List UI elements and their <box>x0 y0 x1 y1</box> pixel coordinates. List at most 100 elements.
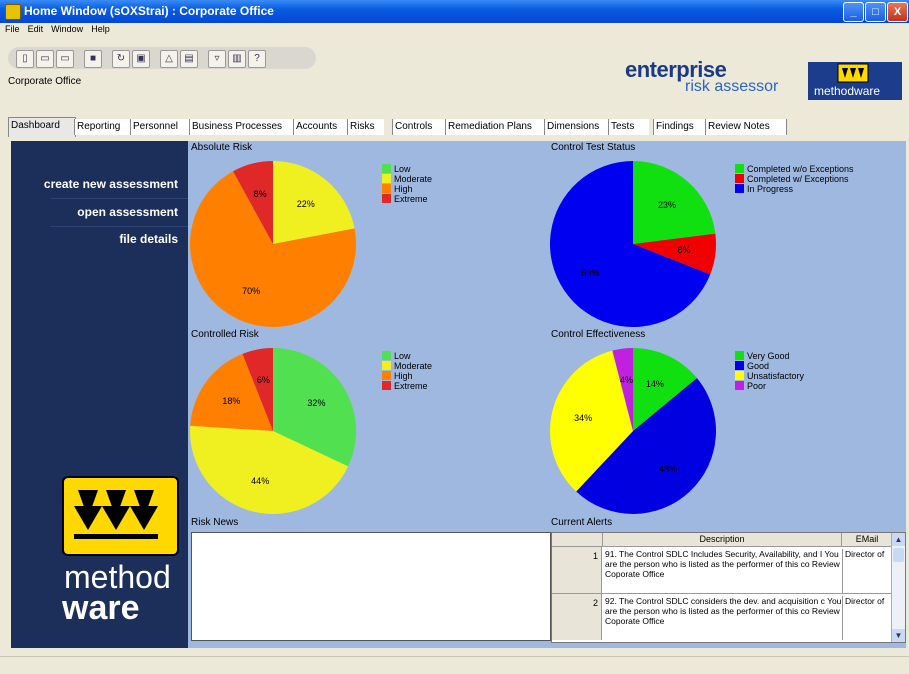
table-row[interactable]: 2 92. The Control SDLC considers the dev… <box>552 594 895 642</box>
current-alerts-title: Current Alerts <box>551 517 613 528</box>
absolute-risk-legend: Low Moderate High Extreme <box>382 164 472 204</box>
legend-swatch <box>382 351 391 360</box>
tab-dimensions[interactable]: Dimensions <box>544 119 609 135</box>
legend-item: In Progress <box>735 184 875 194</box>
menu-help[interactable]: Help <box>91 23 110 36</box>
save-icon[interactable]: ■ <box>84 50 102 68</box>
legend-label: Completed w/ Exceptions <box>747 174 849 184</box>
legend-item: Completed w/o Exceptions <box>735 164 875 174</box>
window-title: Home Window (sOXStrai) : Corporate Offic… <box>24 4 274 18</box>
organization-label: Corporate Office <box>8 76 82 87</box>
legend-swatch <box>382 371 391 380</box>
control-effectiveness-slice-label: 4% <box>620 374 634 385</box>
alerts-header-description[interactable]: Description <box>603 533 842 547</box>
alerts-header-num <box>552 533 603 547</box>
open-assessment-link[interactable]: open assessment <box>77 205 178 219</box>
menu-window[interactable]: Window <box>51 23 83 36</box>
control-effectiveness-title: Control Effectiveness <box>551 329 646 340</box>
legend-item: Low <box>382 351 472 361</box>
legend-label: Poor <box>747 381 767 391</box>
legend-swatch <box>382 164 391 173</box>
tab-reporting[interactable]: Reporting <box>74 119 131 135</box>
menu-edit[interactable]: Edit <box>28 23 44 36</box>
legend-item: Very Good <box>735 351 845 361</box>
scroll-down-icon[interactable]: ▼ <box>892 629 905 642</box>
tab-business-processes[interactable]: Business Processes <box>189 119 294 135</box>
brand-risk-assessor: risk assessor <box>685 78 779 95</box>
close-button[interactable]: X <box>887 2 908 22</box>
help-icon[interactable]: ? <box>248 50 266 68</box>
tab-findings[interactable]: Findings <box>653 119 706 135</box>
filter-icon[interactable]: ▿ <box>208 50 226 68</box>
table-row[interactable]: 1 91. The Control SDLC Includes Security… <box>552 547 892 594</box>
absolute-risk-slice-label: 8% <box>253 189 267 200</box>
app-icon <box>5 4 21 20</box>
open-folder-icon[interactable]: ▭ <box>36 50 54 68</box>
control-test-status-title: Control Test Status <box>551 142 636 153</box>
legend-item: Extreme <box>382 194 472 204</box>
legend-label: Moderate <box>394 361 433 371</box>
tab-accounts[interactable]: Accounts <box>293 119 348 135</box>
brand-logo-text: methodware <box>814 84 880 98</box>
minimize-button[interactable]: _ <box>843 2 864 22</box>
legend-swatch <box>382 184 391 193</box>
tab-bar: Dashboard Reporting Personnel Business P… <box>8 117 908 137</box>
scroll-up-icon[interactable]: ▲ <box>892 533 905 546</box>
legend-swatch <box>735 351 744 360</box>
legend-swatch <box>382 381 391 390</box>
legend-label: Good <box>747 361 770 371</box>
import-icon[interactable]: ↻ <box>112 50 130 68</box>
row-description: 91. The Control SDLC Includes Security, … <box>605 549 840 579</box>
document-icon[interactable]: ▤ <box>180 50 198 68</box>
legend-swatch <box>735 174 744 183</box>
sidebar-divider <box>51 226 188 227</box>
create-new-assessment-link[interactable]: create new assessment <box>44 177 178 191</box>
control-effectiveness-slice-label: 48% <box>659 463 678 474</box>
control-effectiveness-legend: Very Good Good Unsatisfactory Poor <box>735 351 845 391</box>
control-test-status-slice-label: 23% <box>658 200 677 211</box>
new-document-icon[interactable]: ▯ <box>16 50 34 68</box>
controlled-risk-slice-label: 6% <box>256 375 270 386</box>
legend-item: High <box>382 371 472 381</box>
tab-review-notes[interactable]: Review Notes <box>705 119 787 135</box>
legend-item: Moderate <box>382 361 472 371</box>
legend-label: In Progress <box>747 184 794 194</box>
logo-ware-text: ware <box>62 589 140 627</box>
tab-controls[interactable]: Controls <box>392 119 447 135</box>
legend-swatch <box>735 164 744 173</box>
export-icon[interactable]: ▣ <box>132 50 150 68</box>
maximize-button[interactable]: □ <box>865 2 886 22</box>
alerts-header-email[interactable]: EMail <box>842 533 893 547</box>
menu-bar: File Edit Window Help <box>0 23 909 36</box>
legend-swatch <box>382 194 391 203</box>
tab-risks[interactable]: Risks <box>347 119 384 135</box>
folder-icon[interactable]: ▭ <box>56 50 74 68</box>
toolbar: ▯ ▭ ▭ ■ ↻ ▣ △ ▤ ▿ ▥ ? <box>8 47 316 69</box>
legend-label: Low <box>394 164 411 174</box>
control-effectiveness-slice-label: 14% <box>645 379 664 390</box>
tab-remediation-plans[interactable]: Remediation Plans <box>445 119 546 135</box>
legend-label: High <box>394 184 413 194</box>
controlled-risk-slice-label: 18% <box>222 395 241 406</box>
file-details-link[interactable]: file details <box>119 232 178 246</box>
legend-label: Very Good <box>747 351 790 361</box>
legend-label: Unsatisfactory <box>747 371 805 381</box>
alerts-scrollbar[interactable]: ▲ ▼ <box>891 533 905 642</box>
legend-item: Completed w/ Exceptions <box>735 174 875 184</box>
warning-icon[interactable]: △ <box>160 50 178 68</box>
tab-personnel[interactable]: Personnel <box>130 119 191 135</box>
controlled-risk-title: Controlled Risk <box>191 329 259 340</box>
legend-item: Poor <box>735 381 845 391</box>
chart-icon[interactable]: ▥ <box>228 50 246 68</box>
tab-dashboard[interactable]: Dashboard <box>8 117 76 137</box>
legend-swatch <box>735 184 744 193</box>
scroll-thumb[interactable] <box>893 548 904 562</box>
sidebar: create new assessment open assessment fi… <box>11 141 188 648</box>
risk-news-title: Risk News <box>191 517 239 528</box>
tab-tests[interactable]: Tests <box>608 119 649 135</box>
row-number: 1 <box>552 547 602 593</box>
absolute-risk-title: Absolute Risk <box>191 142 253 153</box>
legend-item: Extreme <box>382 381 472 391</box>
menu-file[interactable]: File <box>5 23 20 36</box>
row-email: Director of <box>842 596 895 640</box>
